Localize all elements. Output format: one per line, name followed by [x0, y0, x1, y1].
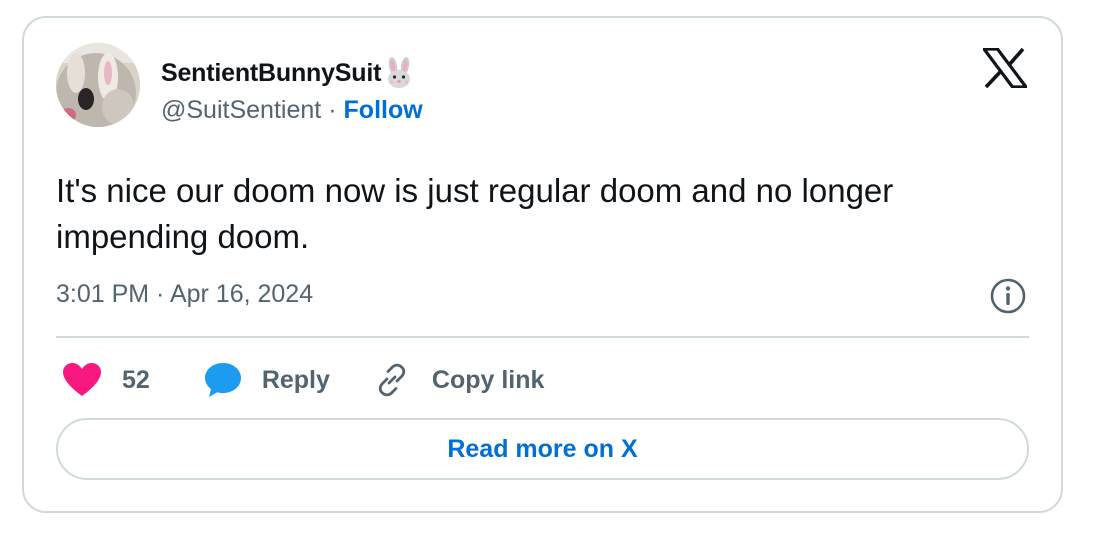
author-handle[interactable]: @SuitSentient	[161, 96, 321, 125]
like-count: 52	[122, 365, 150, 394]
divider	[56, 336, 1029, 338]
speech-bubble-icon	[204, 362, 242, 398]
info-icon[interactable]	[989, 277, 1027, 315]
author-name-row: SentientBunnySuit	[161, 56, 414, 90]
tweet-text: It's nice our doom now is just regular d…	[56, 172, 894, 255]
link-icon	[374, 362, 410, 398]
copy-link-label: Copy link	[431, 365, 545, 394]
reply-label: Reply	[261, 365, 330, 394]
follow-button[interactable]: Follow	[344, 96, 423, 125]
like-button[interactable]: 52	[62, 362, 150, 398]
read-more-button[interactable]: Read more on X	[56, 418, 1029, 480]
author-display-name[interactable]: SentientBunnySuit	[161, 59, 381, 88]
author-handle-row: @SuitSentient · Follow	[161, 96, 423, 125]
embedded-tweet-card: SentientBunnySuit @SuitSentient · Follow	[22, 16, 1063, 513]
tweet-actions: 52 Reply Copy link	[62, 358, 544, 402]
rabbit-face-icon	[384, 57, 414, 89]
avatar[interactable]	[56, 43, 140, 127]
reply-button[interactable]: Reply	[204, 362, 330, 398]
heart-icon	[62, 362, 102, 398]
x-logo-icon[interactable]	[980, 47, 1030, 89]
copy-link-button[interactable]: Copy link	[374, 362, 545, 398]
avatar-image	[56, 43, 140, 127]
separator-dot: ·	[328, 96, 337, 124]
tweet-timestamp[interactable]: 3:01 PM · Apr 16, 2024	[56, 280, 313, 309]
